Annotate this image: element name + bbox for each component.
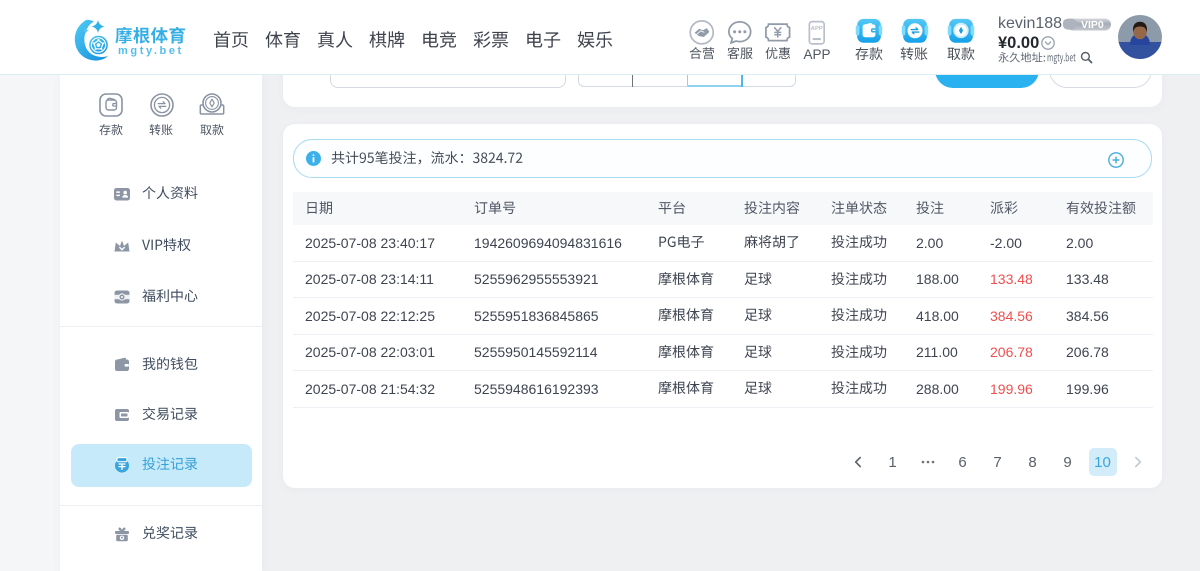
svg-text:APP: APP: [811, 26, 823, 32]
svg-text:VIP0: VIP0: [1081, 19, 1104, 31]
